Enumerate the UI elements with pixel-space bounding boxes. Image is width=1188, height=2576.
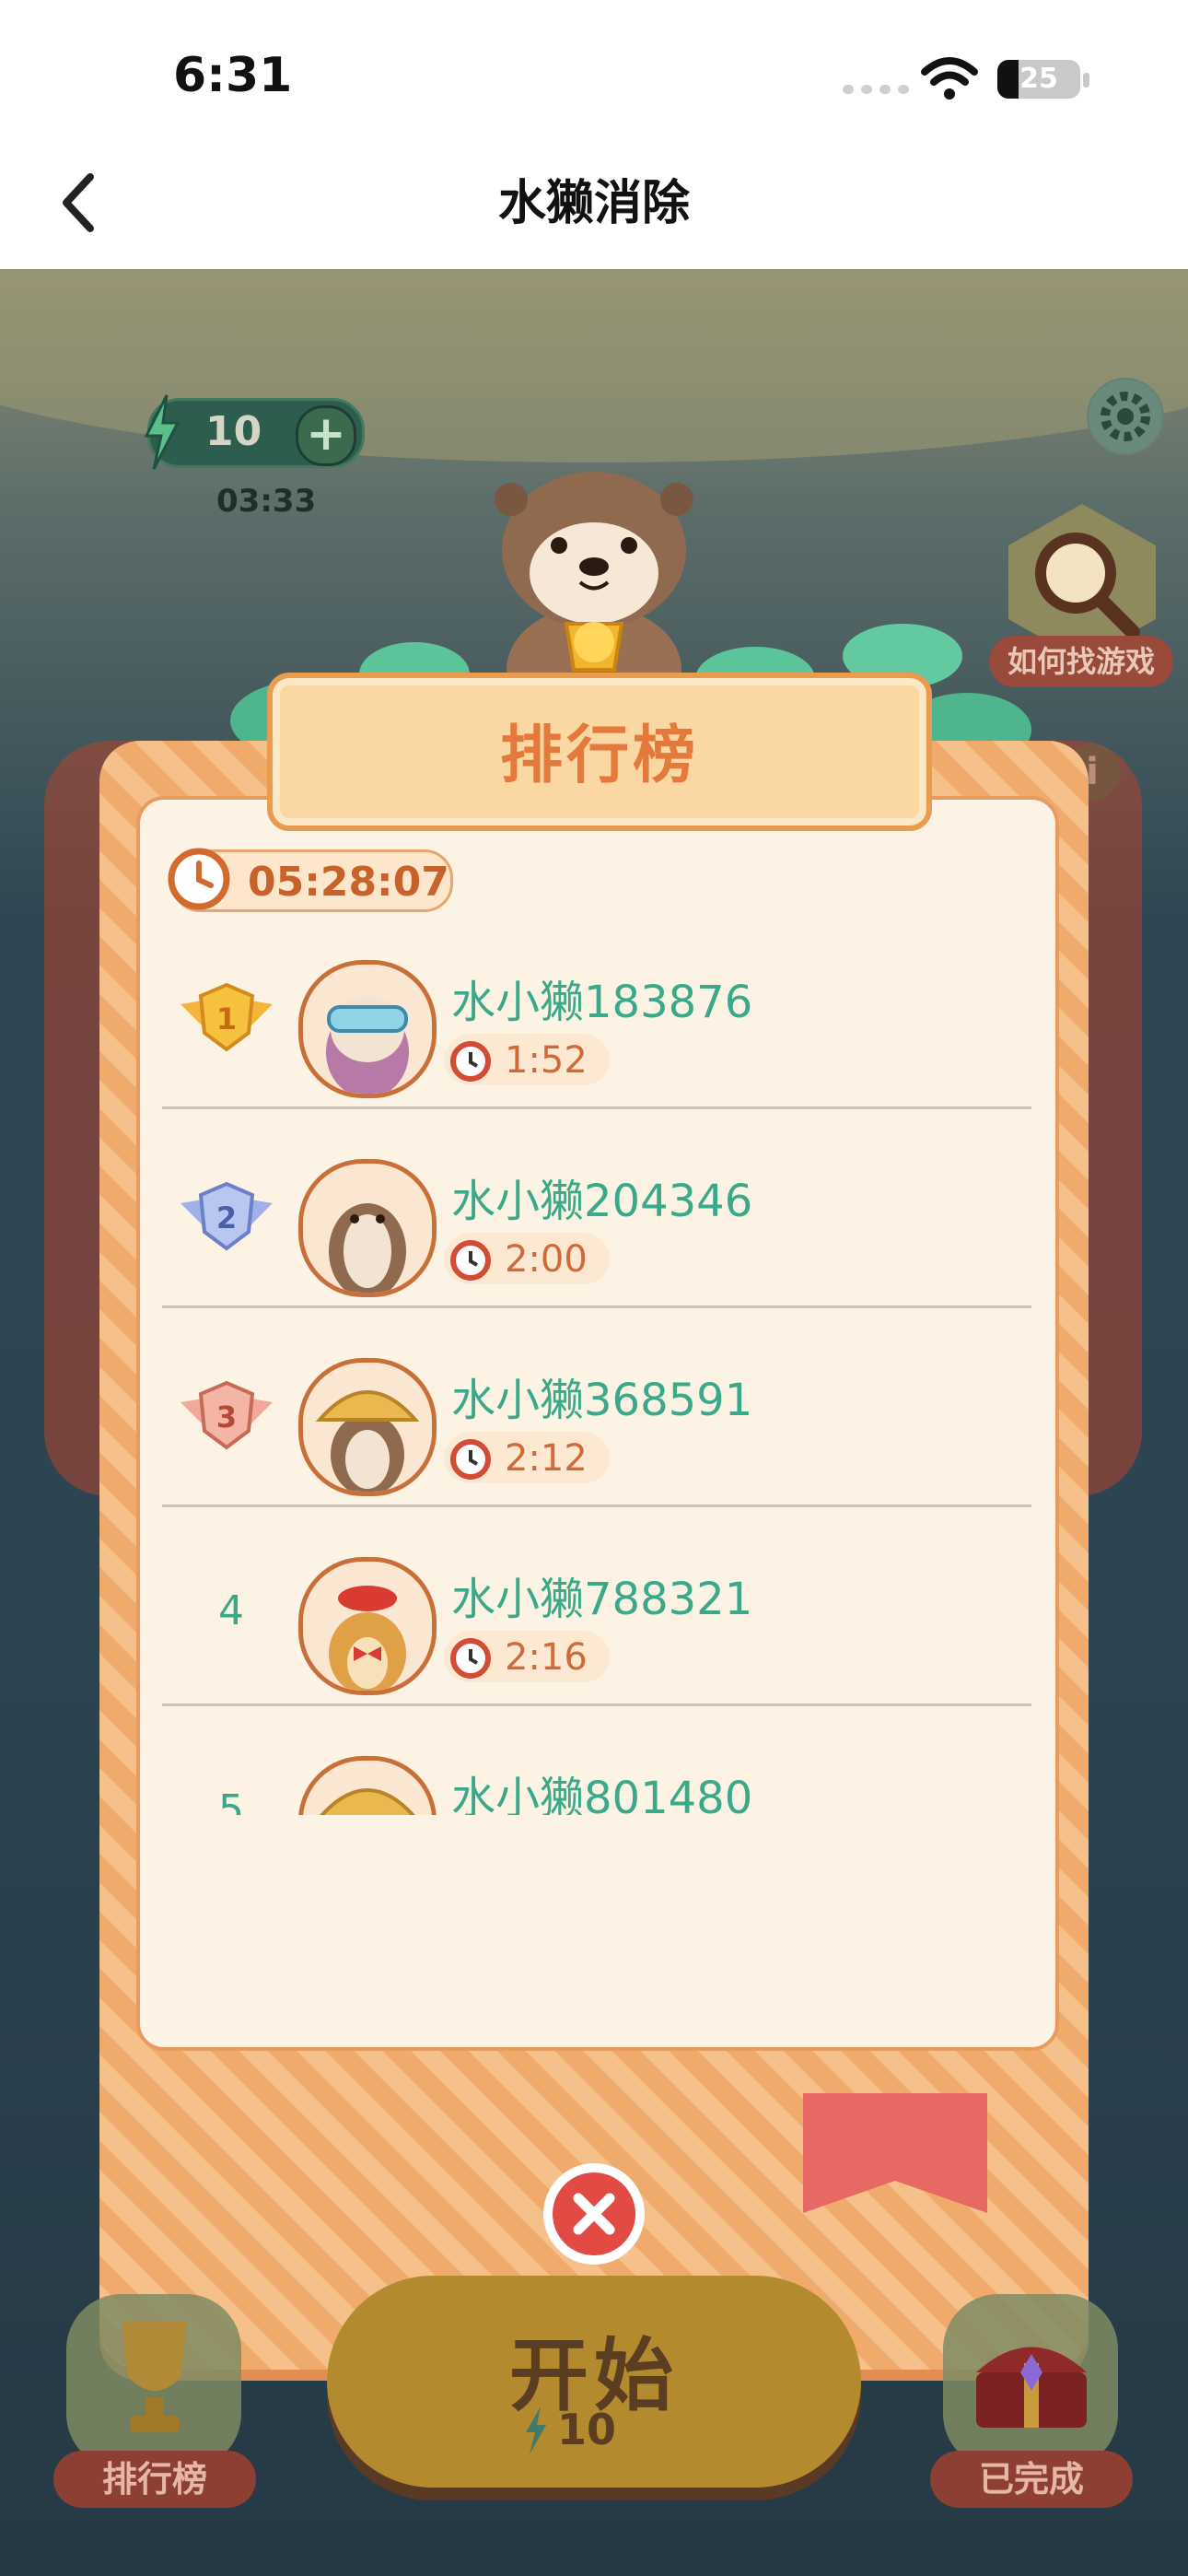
leaderboard-row: 4 水小獭788321 2:16 bbox=[162, 1505, 1031, 1706]
rank-number: 4 bbox=[218, 1587, 244, 1634]
leaderboard-row: 5 水小獭801480 bbox=[162, 1704, 1031, 1815]
status-time: 6:31 bbox=[173, 48, 293, 103]
player-name: 水小獭368591 bbox=[451, 1375, 753, 1426]
avatar bbox=[298, 1756, 437, 1815]
player-time-value: 2:12 bbox=[505, 1437, 588, 1480]
leaderboard-row: 3 水小獭368591 2:12 bbox=[162, 1306, 1031, 1507]
svg-text:1: 1 bbox=[216, 1001, 237, 1036]
gear-icon[interactable] bbox=[1087, 378, 1164, 455]
avatar bbox=[298, 1159, 437, 1297]
player-time: 2:16 bbox=[444, 1631, 610, 1682]
alarm-clock-icon bbox=[450, 1439, 491, 1480]
battery-level: 25 bbox=[1019, 63, 1058, 95]
trophy-icon bbox=[122, 2322, 187, 2432]
treasure-chest-icon bbox=[976, 2347, 1087, 2428]
avatar bbox=[298, 960, 437, 1098]
wifi-icon bbox=[921, 57, 978, 100]
status-bar: 6:31 25 bbox=[0, 0, 1188, 138]
gold-medal-icon: 1 bbox=[181, 982, 273, 1052]
rank-number: 5 bbox=[218, 1786, 244, 1815]
avatar bbox=[298, 1557, 437, 1695]
player-name: 水小獭183876 bbox=[451, 977, 753, 1028]
close-icon bbox=[573, 2193, 615, 2235]
player-name: 水小獭788321 bbox=[451, 1574, 753, 1625]
completed-button-label: 已完成 bbox=[930, 2451, 1133, 2508]
leaderboard-list[interactable]: 1 水小獭183876 1:52 2 水小獭204346 2:00 3 水小獭3… bbox=[162, 907, 1031, 1815]
leaderboard-button[interactable]: 排行榜 bbox=[53, 2294, 256, 2508]
nav-bar: 水獭消除 bbox=[0, 138, 1188, 269]
energy-timer: 03:33 bbox=[216, 483, 317, 520]
leaderboard-button-label: 排行榜 bbox=[53, 2451, 256, 2508]
page-title: 水獭消除 bbox=[497, 176, 690, 231]
player-name: 水小獭801480 bbox=[451, 1773, 753, 1815]
leaderboard-row: 2 水小獭204346 2:00 bbox=[162, 1107, 1031, 1308]
leaderboard-title: 排行榜 bbox=[499, 720, 699, 792]
player-time-value: 1:52 bbox=[505, 1039, 588, 1082]
svg-text:2: 2 bbox=[216, 1200, 237, 1235]
start-cost: 10 bbox=[557, 2405, 617, 2454]
bronze-medal-icon: 3 bbox=[181, 1380, 273, 1450]
lightning-icon bbox=[526, 2406, 546, 2454]
close-button[interactable] bbox=[543, 2163, 645, 2265]
start-button[interactable]: 开始 10 bbox=[327, 2276, 861, 2488]
cellular-signal-icon bbox=[843, 85, 909, 94]
lightning-icon bbox=[144, 394, 181, 470]
player-time: 1:52 bbox=[444, 1034, 610, 1085]
energy-counter: 10 + bbox=[144, 394, 365, 470]
leaderboard-row: 1 水小獭183876 1:52 bbox=[162, 907, 1031, 1109]
player-name: 水小獭204346 bbox=[451, 1176, 753, 1227]
countdown-timer: 05:28:07 bbox=[168, 848, 453, 912]
countdown-value: 05:28:07 bbox=[248, 859, 449, 906]
battery-icon: 25 bbox=[997, 60, 1080, 99]
leaderboard-title-plate: 排行榜 bbox=[267, 673, 932, 831]
silver-medal-icon: 2 bbox=[181, 1181, 273, 1251]
alarm-clock-icon bbox=[450, 1240, 491, 1281]
add-energy-button[interactable]: + bbox=[296, 405, 356, 466]
avatar bbox=[298, 1358, 437, 1496]
completed-button[interactable]: 已完成 bbox=[930, 2294, 1133, 2508]
player-time-value: 2:00 bbox=[505, 1238, 588, 1281]
refresh-clock-icon bbox=[168, 848, 230, 910]
svg-text:3: 3 bbox=[216, 1399, 237, 1434]
energy-value: 10 bbox=[205, 408, 262, 455]
alarm-clock-icon bbox=[450, 1041, 491, 1082]
alarm-clock-icon bbox=[450, 1638, 491, 1679]
player-time: 2:00 bbox=[444, 1233, 610, 1284]
ribbon-decoration bbox=[803, 2093, 987, 2213]
player-time-value: 2:16 bbox=[505, 1636, 588, 1679]
player-time: 2:12 bbox=[444, 1432, 610, 1483]
